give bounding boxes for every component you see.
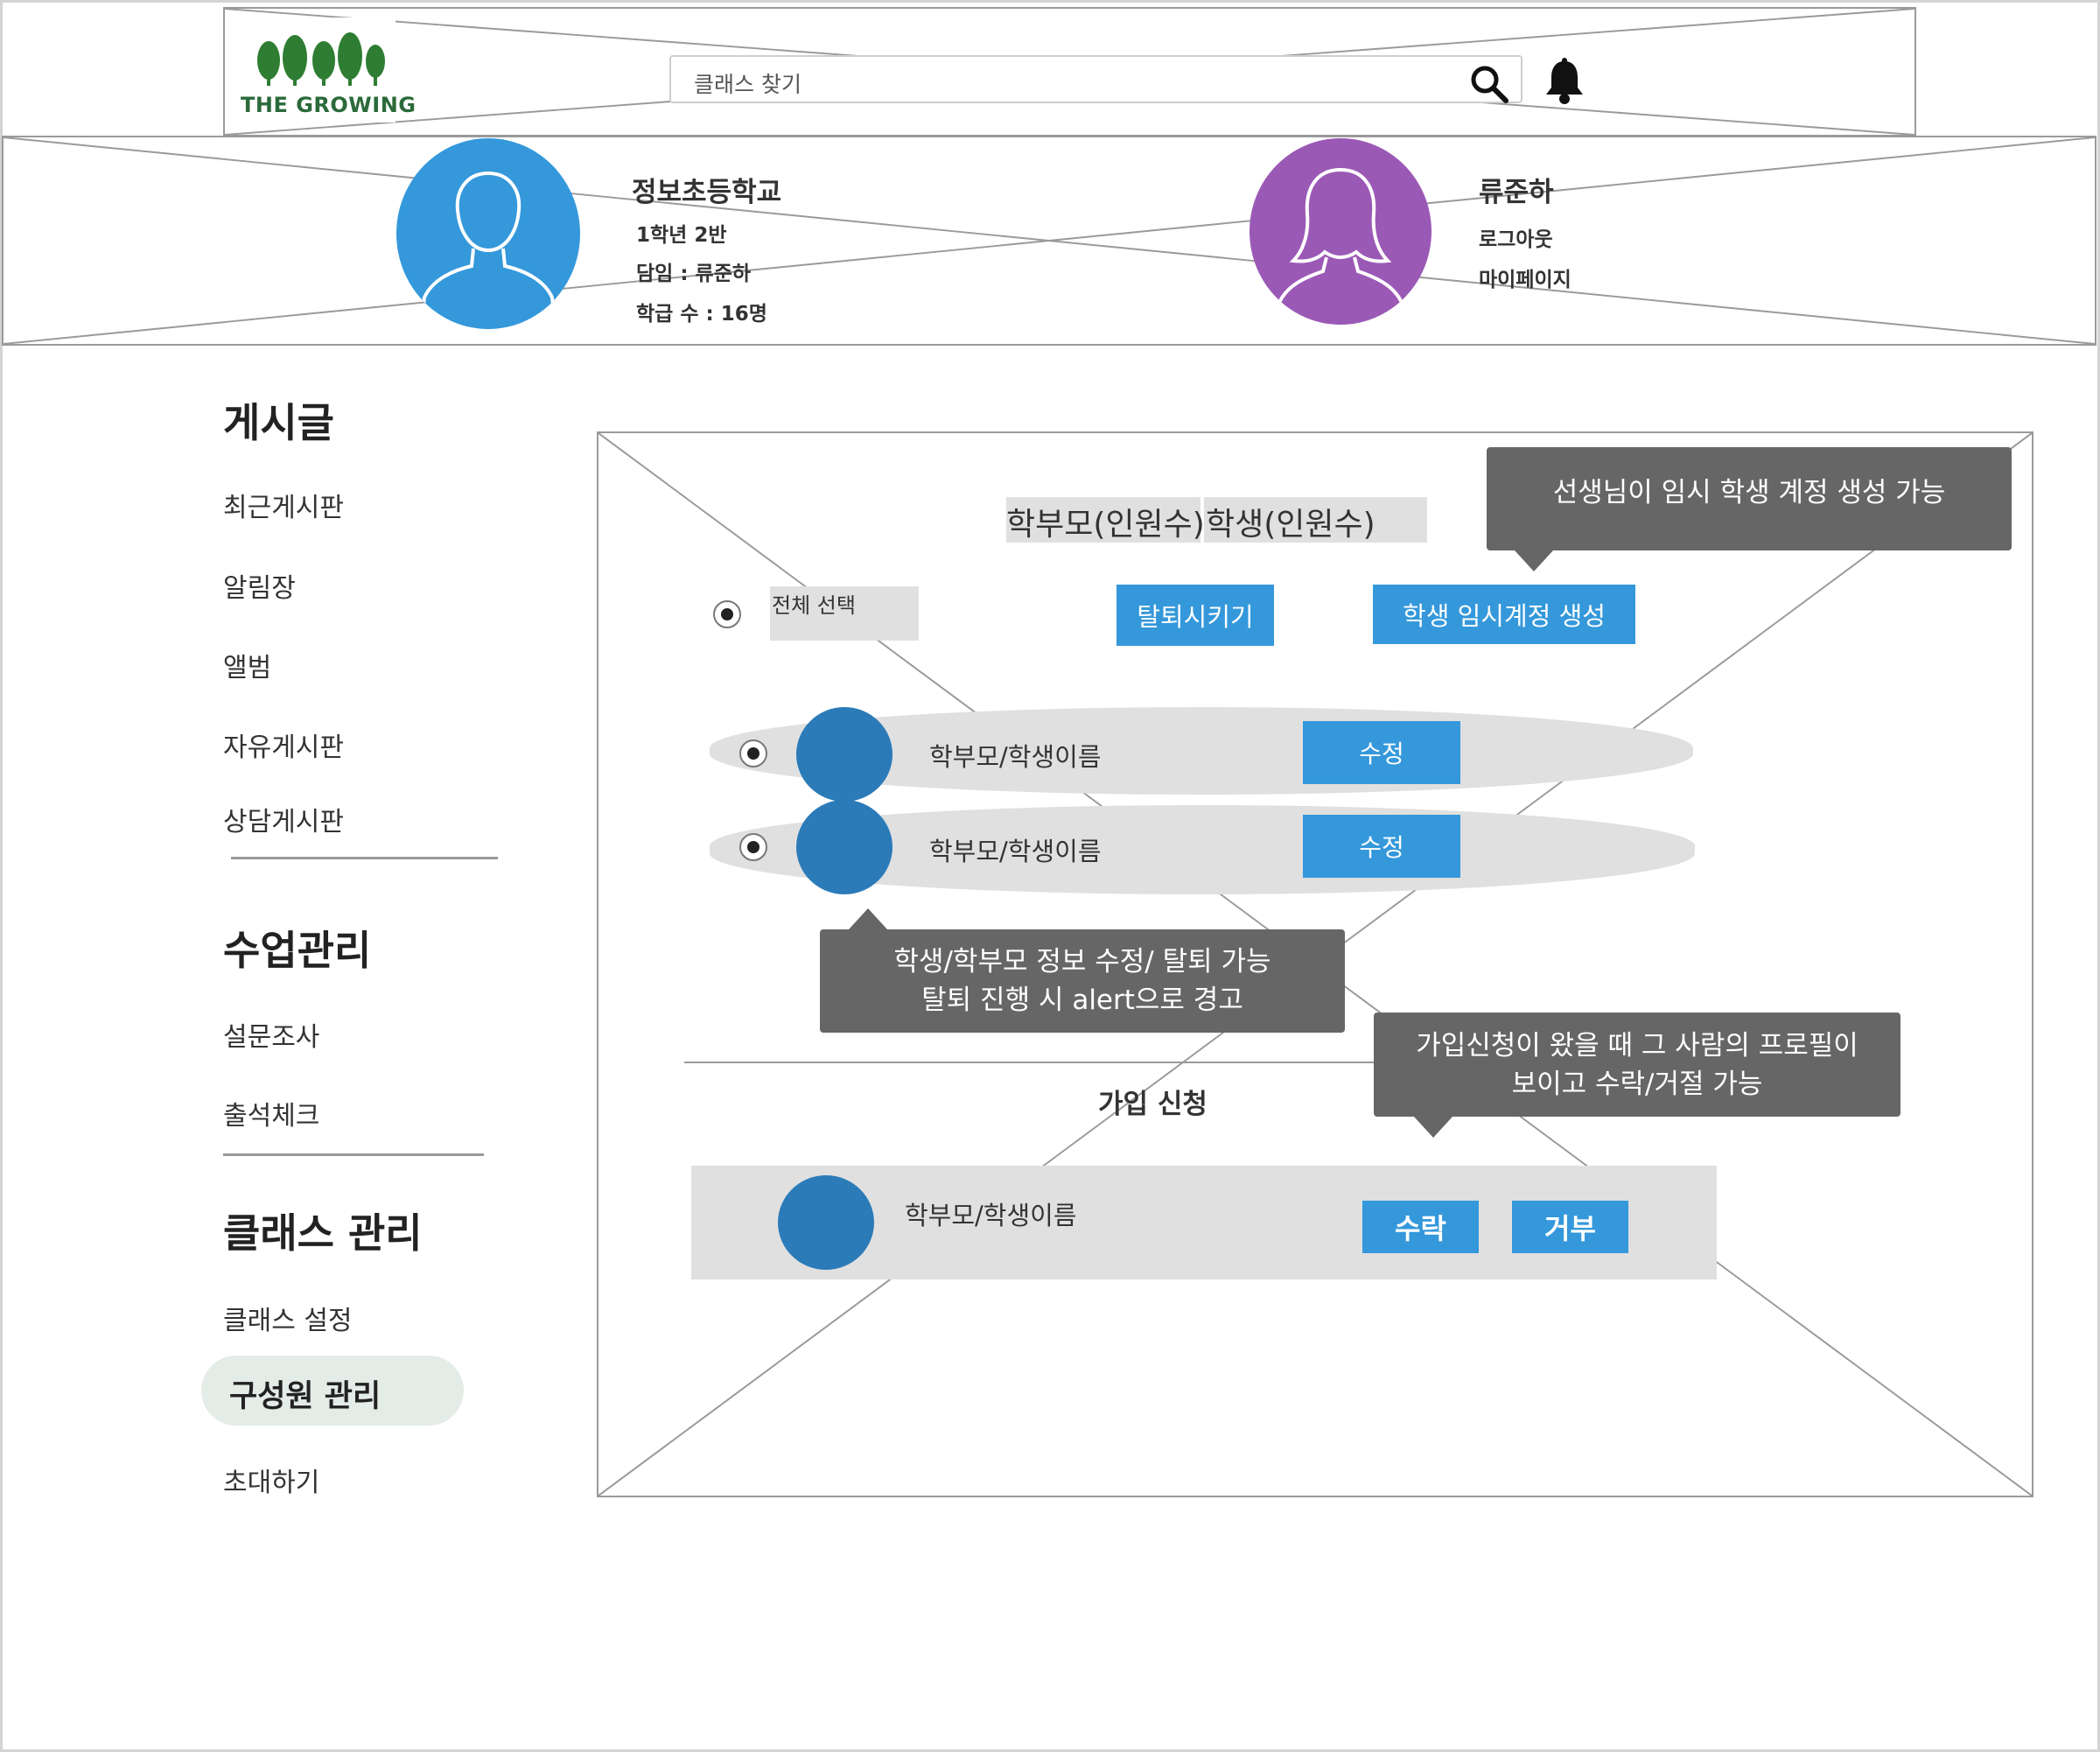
sidebar-item-attendance[interactable]: 출석체크 bbox=[223, 1094, 319, 1132]
person-avatar-icon bbox=[421, 171, 556, 314]
join-request-avatar bbox=[778, 1175, 874, 1270]
member-avatar bbox=[796, 707, 892, 802]
sidebar-item-free-board[interactable]: 자유게시판 bbox=[223, 725, 344, 764]
callout-join-request: 가입신청이 왔을 때 그 사람의 프로필이 보이고 수락/거절 가능 bbox=[1374, 1013, 1900, 1138]
sidebar-heading-class-manage: 클래스 관리 bbox=[223, 1209, 423, 1257]
reject-button-label: 거부 bbox=[1544, 1212, 1596, 1245]
sidebar-item-class-settings[interactable]: 클래스 설정 bbox=[223, 1299, 353, 1337]
withdraw-button-label: 탈퇴시키기 bbox=[1137, 602, 1254, 632]
callout-edit-info: 학생/학부모 정보 수정/ 탈퇴 가능 탈퇴 진행 시 alert으로 경고 bbox=[820, 908, 1345, 1033]
tree-logo-icon bbox=[257, 32, 385, 86]
withdraw-button[interactable]: 탈퇴시키기 bbox=[1116, 585, 1274, 646]
select-all-radio[interactable] bbox=[713, 600, 741, 628]
search-input[interactable]: 클래스 찾기 bbox=[669, 55, 1522, 103]
mypage-link[interactable]: 마이페이지 bbox=[1479, 263, 1572, 292]
callout-temp-account: 선생님이 임시 학생 계정 생성 가능 bbox=[1487, 447, 2012, 571]
class-profile-bar bbox=[2, 136, 2096, 346]
callout-join-line1: 가입신청이 왔을 때 그 사람의 프로필이 bbox=[1416, 1030, 1858, 1062]
select-all-label: 전체 선택 bbox=[772, 593, 856, 618]
user-name: 류준하 bbox=[1479, 177, 1554, 208]
callout-temp-account-text: 선생님이 임시 학생 계정 생성 가능 bbox=[1552, 477, 1946, 508]
sidebar-item-album[interactable]: 앨범 bbox=[223, 646, 271, 684]
edit-button[interactable]: 수정 bbox=[1303, 721, 1460, 784]
member-avatar bbox=[796, 800, 892, 894]
class-student-count: 학급 수 : 16명 bbox=[636, 303, 767, 326]
logout-link[interactable]: 로그아웃 bbox=[1479, 222, 1553, 252]
callout-edit-info-line2: 탈퇴 진행 시 alert으로 경고 bbox=[921, 985, 1243, 1016]
member-radio[interactable] bbox=[739, 833, 767, 861]
search-placeholder: 클래스 찾기 bbox=[694, 72, 802, 97]
sidebar-item-recent[interactable]: 최근게시판 bbox=[223, 486, 344, 524]
sidebar-item-counsel-board[interactable]: 상담게시판 bbox=[223, 800, 344, 838]
sidebar-item-survey[interactable]: 설문조사 bbox=[223, 1015, 319, 1054]
logo-text: THE GROWING bbox=[241, 93, 416, 117]
edit-button-label: 수정 bbox=[1359, 739, 1404, 768]
class-avatar bbox=[396, 138, 580, 329]
callout-edit-info-line1: 학생/학부모 정보 수정/ 탈퇴 가능 bbox=[893, 946, 1271, 978]
class-grade: 1학년 2반 bbox=[636, 224, 727, 247]
member-name: 학부모/학생이름 bbox=[929, 837, 1102, 866]
sidebar-item-invite[interactable]: 초대하기 bbox=[223, 1461, 319, 1499]
join-request-title: 가입 신청 bbox=[1098, 1089, 1208, 1120]
placeholder-cross bbox=[4, 137, 2095, 344]
reject-button[interactable]: 거부 bbox=[1512, 1201, 1628, 1253]
member-name: 학부모/학생이름 bbox=[929, 742, 1102, 772]
callout-pointer bbox=[1414, 1117, 1452, 1138]
sidebar-heading-posts: 게시글 bbox=[223, 399, 334, 446]
search-icon[interactable] bbox=[1469, 64, 1509, 104]
school-name: 정보초등학교 bbox=[632, 177, 782, 208]
tab-parents-label: 학부모(인원수) bbox=[1006, 507, 1205, 543]
sidebar-divider bbox=[231, 857, 498, 859]
sidebar-item-members-label: 구성원 관리 bbox=[229, 1379, 382, 1414]
create-temp-account-button[interactable]: 학생 임시계정 생성 bbox=[1373, 585, 1635, 644]
section-divider bbox=[684, 1062, 1384, 1063]
edit-button[interactable]: 수정 bbox=[1303, 815, 1460, 878]
class-teacher: 담임 : 류준하 bbox=[636, 263, 752, 285]
accept-button-label: 수락 bbox=[1395, 1212, 1446, 1245]
sidebar-heading-lessons: 수업관리 bbox=[223, 927, 372, 974]
callout-pointer bbox=[849, 908, 887, 929]
person-avatar-icon bbox=[1276, 167, 1405, 319]
bell-icon[interactable] bbox=[1543, 58, 1586, 105]
user-avatar[interactable] bbox=[1250, 138, 1432, 325]
sidebar-divider bbox=[223, 1153, 484, 1156]
callout-join-line2: 보이고 수락/거절 가능 bbox=[1511, 1069, 1763, 1100]
accept-button[interactable]: 수락 bbox=[1362, 1201, 1479, 1253]
join-request-name: 학부모/학생이름 bbox=[905, 1201, 1077, 1230]
tab-students-label: 학생(인원수) bbox=[1206, 507, 1376, 543]
callout-pointer bbox=[1515, 550, 1553, 571]
create-temp-account-label: 학생 임시계정 생성 bbox=[1403, 601, 1606, 631]
edit-button-label: 수정 bbox=[1359, 833, 1404, 862]
member-radio[interactable] bbox=[739, 739, 767, 767]
sidebar-item-notice[interactable]: 알림장 bbox=[223, 566, 296, 605]
